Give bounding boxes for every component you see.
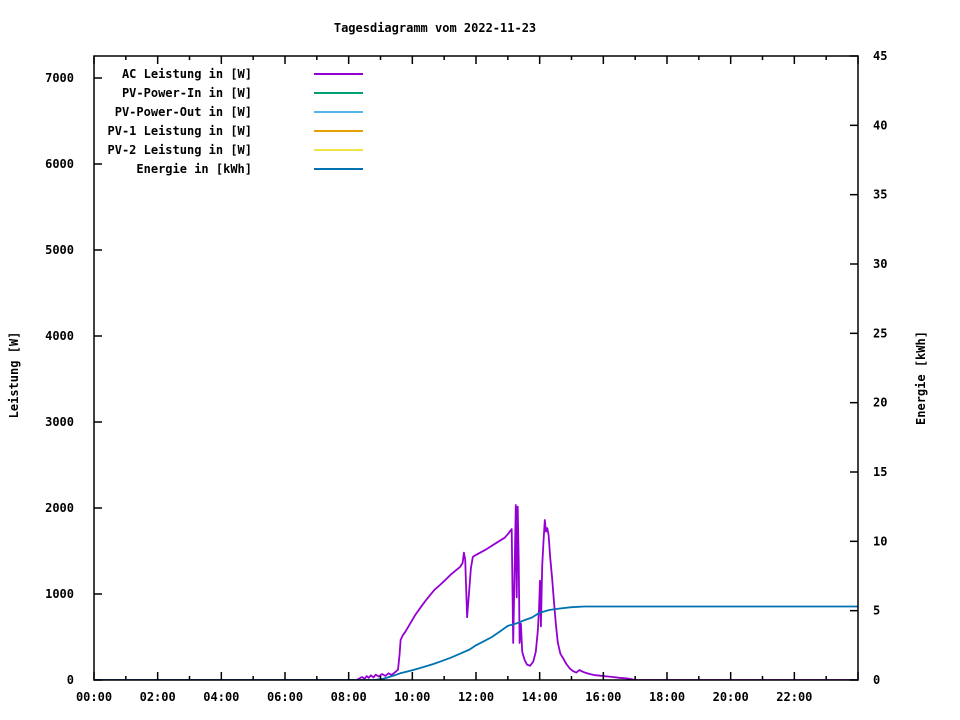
y-left-tick-label: 4000 <box>45 329 74 343</box>
legend-label: AC Leistung in [W] <box>121 67 252 81</box>
legend-label: Energie in [kWh] <box>136 162 252 176</box>
legend-item: AC Leistung in [W] <box>60 66 363 82</box>
legend-item: PV-2 Leistung in [W] <box>60 142 363 158</box>
x-tick-label: 16:00 <box>585 690 621 704</box>
x-tick-label: 12:00 <box>458 690 494 704</box>
x-tick-label: 14:00 <box>522 690 558 704</box>
x-tick-label: 02:00 <box>140 690 176 704</box>
y-right-tick-label: 35 <box>873 188 887 202</box>
legend-item: PV-Power-In in [W] <box>60 85 363 101</box>
x-tick-label: 00:00 <box>76 690 112 704</box>
legend-item: PV-Power-Out in [W] <box>60 104 363 120</box>
y-right-tick-label: 45 <box>873 49 887 63</box>
legend-line-sample <box>314 168 363 170</box>
x-tick-label: 08:00 <box>331 690 367 704</box>
y-right-tick-label: 20 <box>873 396 887 410</box>
y-right-tick-label: 40 <box>873 118 887 132</box>
x-tick-label: 22:00 <box>776 690 812 704</box>
legend-line-sample <box>314 111 363 113</box>
y-right-tick-label: 30 <box>873 257 887 271</box>
y-left-tick-label: 0 <box>67 673 74 687</box>
y-right-tick-label: 5 <box>873 604 880 618</box>
x-tick-label: 04:00 <box>203 690 239 704</box>
y-left-tick-label: 3000 <box>45 415 74 429</box>
legend-label: PV-Power-Out in [W] <box>114 105 252 119</box>
legend-line-sample <box>314 92 363 94</box>
series-line-ac-leistung-in-w <box>94 504 858 680</box>
y-right-tick-label: 15 <box>873 465 887 479</box>
y-right-tick-label: 25 <box>873 326 887 340</box>
y-right-tick-label: 0 <box>873 673 880 687</box>
tagesdiagramm-chart: Tagesdiagramm vom 2022-11-23 Leistung [W… <box>0 0 960 720</box>
legend-line-sample <box>314 73 363 75</box>
legend-item: Energie in [kWh] <box>60 161 363 177</box>
y-left-tick-label: 1000 <box>45 587 74 601</box>
legend-label: PV-2 Leistung in [W] <box>107 143 253 157</box>
legend-label: PV-1 Leistung in [W] <box>107 124 253 138</box>
y-left-tick-label: 5000 <box>45 243 74 257</box>
series-line-energie-in-kwh <box>94 605 858 680</box>
x-tick-label: 18:00 <box>649 690 685 704</box>
legend-label: PV-Power-In in [W] <box>121 86 252 100</box>
x-tick-label: 20:00 <box>713 690 749 704</box>
x-tick-label: 10:00 <box>394 690 430 704</box>
y-right-tick-label: 10 <box>873 534 887 548</box>
legend-line-sample <box>314 130 363 132</box>
legend-line-sample <box>314 149 363 151</box>
y-left-tick-label: 2000 <box>45 501 74 515</box>
x-tick-label: 06:00 <box>267 690 303 704</box>
legend-item: PV-1 Leistung in [W] <box>60 123 363 139</box>
